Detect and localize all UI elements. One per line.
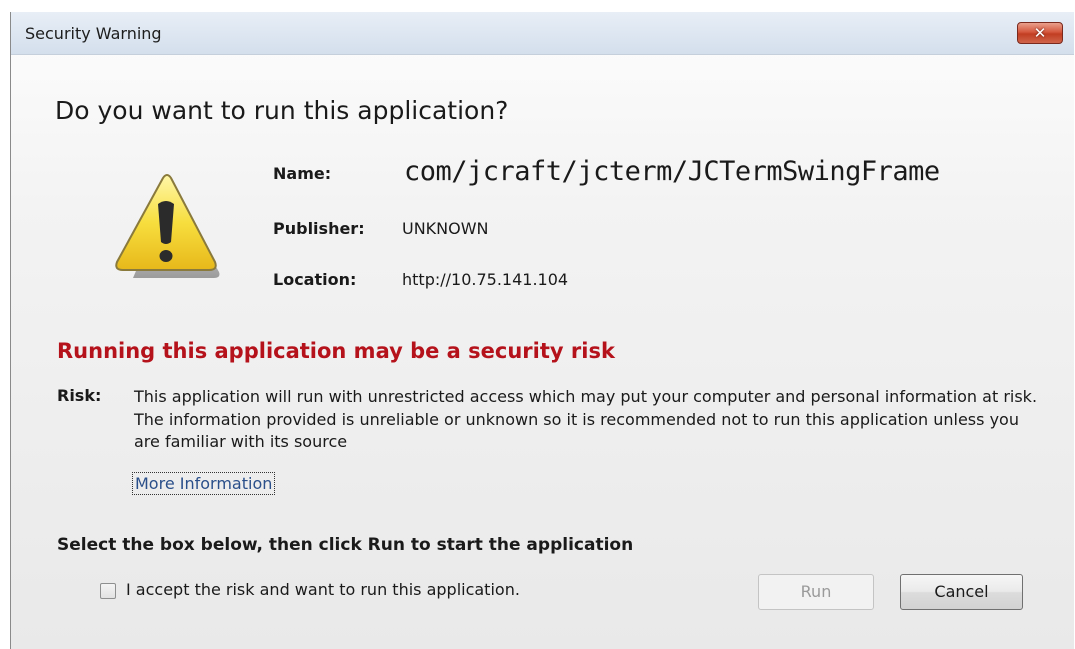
run-button[interactable]: Run [758, 574, 874, 610]
warning-icon [115, 174, 220, 278]
accept-risk-checkbox[interactable] [100, 583, 116, 599]
instruction-text: Select the box below, then click Run to … [57, 535, 634, 555]
security-warning-dialog: Security Warning ✕ Do you want to run th… [10, 12, 1074, 649]
more-information-link[interactable]: More Information [132, 472, 276, 495]
cancel-button[interactable]: Cancel [900, 574, 1023, 610]
risk-description: This application will run with unrestric… [134, 387, 1038, 451]
close-button[interactable]: ✕ [1017, 22, 1063, 44]
window-title: Security Warning [25, 24, 162, 43]
publisher-label: Publisher: [273, 219, 365, 238]
location-value: http://10.75.141.104 [402, 270, 569, 289]
name-value: com/jcraft/jcterm/JCTermSwingFrame [404, 156, 940, 187]
risk-label: Risk: [57, 386, 102, 405]
title-bar[interactable]: Security Warning ✕ [11, 12, 1074, 55]
close-icon: ✕ [1033, 24, 1047, 42]
name-label: Name: [273, 164, 332, 183]
dialog-heading: Do you want to run this application? [55, 96, 509, 125]
location-label: Location: [273, 270, 357, 289]
risk-heading: Running this application may be a securi… [57, 339, 615, 363]
accept-risk-label[interactable]: I accept the risk and want to run this a… [126, 580, 520, 599]
publisher-value: UNKNOWN [402, 219, 489, 238]
